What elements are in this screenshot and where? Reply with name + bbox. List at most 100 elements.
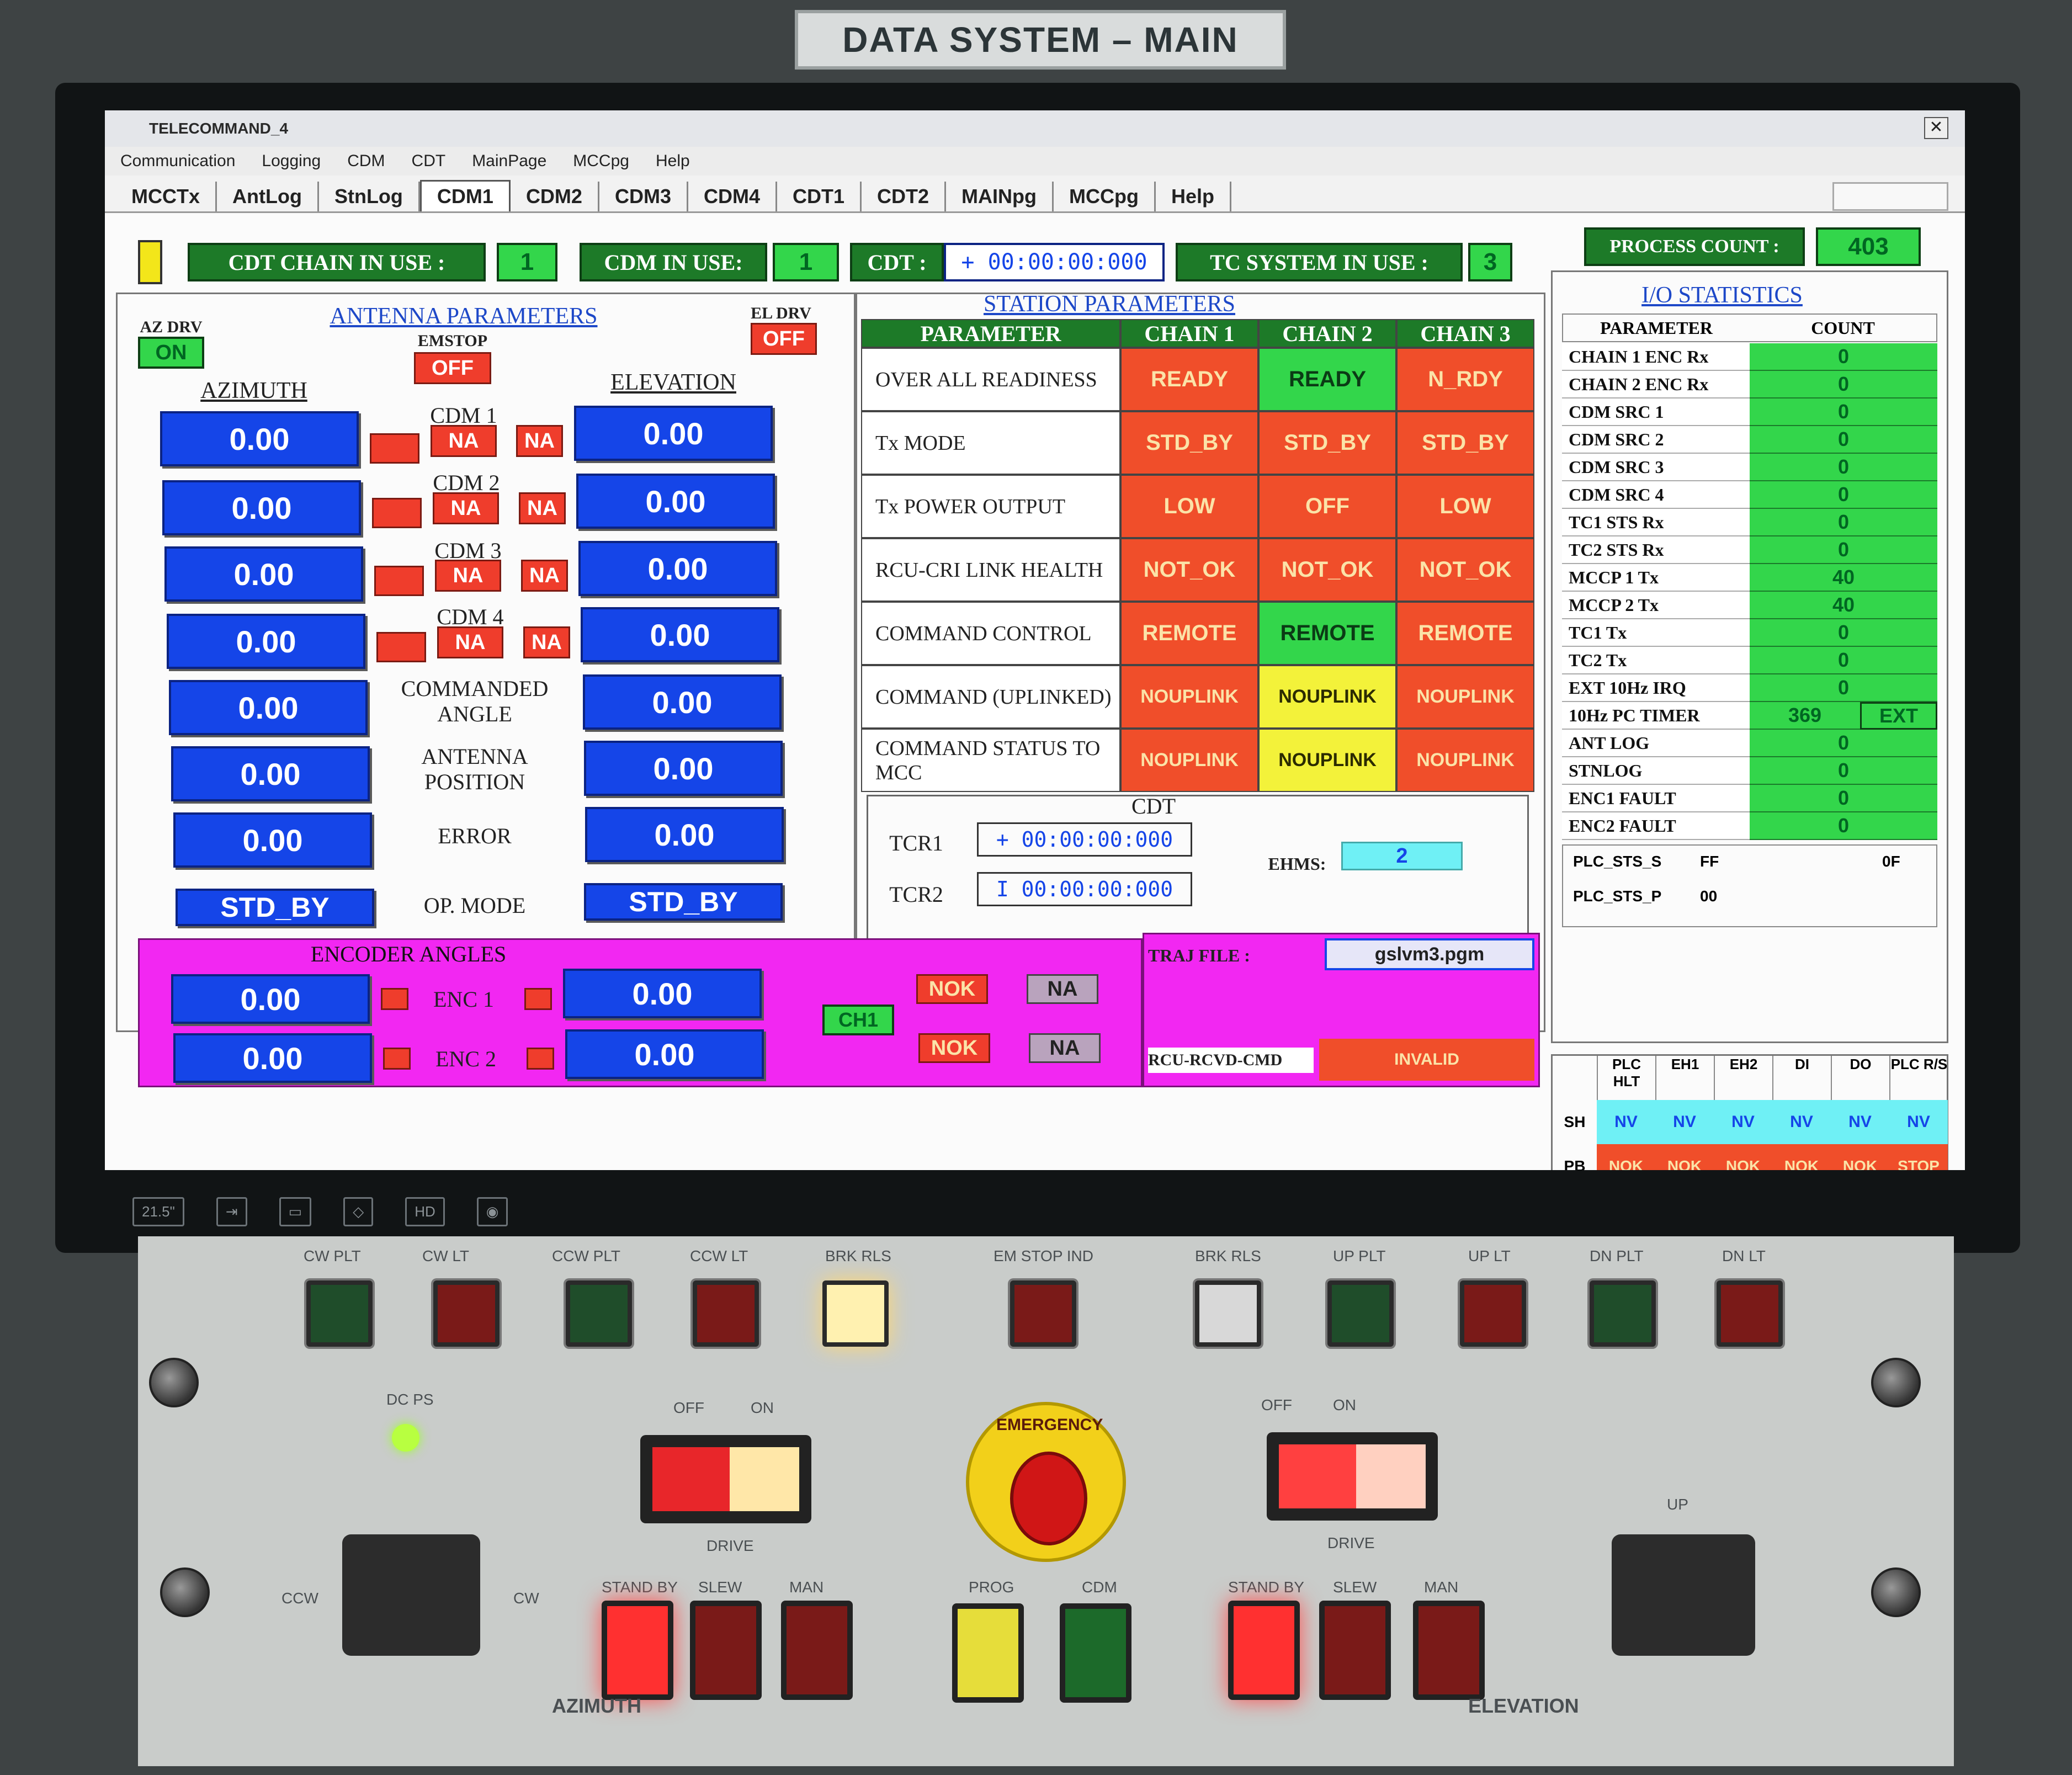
- menu-communication[interactable]: Communication: [120, 152, 235, 171]
- io-row-name: 10Hz PC TIMER: [1562, 702, 1750, 730]
- op-mode-elevation: STD_BY: [584, 883, 783, 921]
- up-label: UP: [1667, 1496, 1688, 1513]
- tcr1-label: TCR1: [889, 831, 943, 855]
- monitor-hd-badge: HD: [405, 1197, 445, 1226]
- menu-logging[interactable]: Logging: [262, 152, 321, 171]
- tab-cdm2[interactable]: CDM2: [511, 182, 599, 211]
- em-stop-ind-lamp: [1010, 1280, 1076, 1347]
- prog-button[interactable]: [952, 1603, 1024, 1703]
- menu-mainpage[interactable]: MainPage: [472, 152, 546, 171]
- plc-pb-cell: STOP: [1889, 1144, 1948, 1170]
- cdm2-status-square: [372, 498, 422, 528]
- io-row-value: 0: [1750, 536, 1937, 564]
- plc-pb-cell: NOK: [1597, 1144, 1655, 1170]
- emergency-stop-button[interactable]: [1010, 1452, 1087, 1545]
- io-row-value: 0: [1750, 398, 1937, 426]
- az-standby-button[interactable]: [602, 1601, 673, 1700]
- station-param-label: COMMAND CONTROL: [861, 602, 1120, 665]
- tab-cdt1[interactable]: CDT1: [777, 182, 862, 211]
- io-row: TC1 Tx 0: [1562, 619, 1937, 647]
- io-row-name: ANT LOG: [1562, 730, 1750, 757]
- cdm4-status-square: [376, 632, 426, 662]
- encoder-angles-title: ENCODER ANGLES: [310, 942, 507, 966]
- lamp-label: DN LT: [1722, 1247, 1766, 1264]
- cdt-title: CDT: [1131, 794, 1176, 819]
- az-man-button[interactable]: [781, 1601, 853, 1700]
- monitor-eco-icon: ◇: [343, 1197, 374, 1226]
- up-lt-lamp: [1460, 1280, 1526, 1347]
- cdm-button[interactable]: [1060, 1603, 1131, 1703]
- station-param-label: RCU-CRI LINK HEALTH: [861, 538, 1120, 602]
- station-cell-chain3: LOW: [1396, 475, 1534, 538]
- tab-mccpg[interactable]: MCCpg: [1054, 182, 1156, 211]
- tab-help[interactable]: Help: [1156, 182, 1231, 211]
- station-header-chain1: CHAIN 1: [1120, 319, 1258, 348]
- panel-label-plate: DATA SYSTEM – MAIN: [795, 10, 1286, 70]
- tab-cdm4[interactable]: CDM4: [688, 182, 777, 211]
- azimuth-label: AZIMUTH: [552, 1694, 641, 1717]
- window-title-bar: TELECOMMAND_4: [105, 110, 1965, 147]
- az-drive-on-half: [730, 1447, 799, 1511]
- station-param-label: Tx MODE: [861, 411, 1120, 475]
- tab-antlog[interactable]: AntLog: [217, 182, 319, 211]
- io-row-value: 0: [1750, 757, 1937, 785]
- station-cell-chain1: NOT_OK: [1120, 538, 1258, 602]
- io-row-name: TC1 Tx: [1562, 619, 1750, 647]
- tab-cdt2[interactable]: CDT2: [862, 182, 947, 211]
- plc-table: PLC HLT EH1 EH2 DI DO PLC R/S SH NV NV N…: [1551, 1054, 1948, 1170]
- menu-mccpg[interactable]: MCCpg: [573, 152, 629, 171]
- lamp-label: UP LT: [1468, 1247, 1511, 1264]
- lamp-label: BRK RLS: [1195, 1247, 1261, 1264]
- menu-help[interactable]: Help: [656, 152, 690, 171]
- cw-label: CW: [513, 1590, 539, 1607]
- up-plt-lamp: [1327, 1280, 1394, 1347]
- cdm1-status-square: [370, 433, 419, 464]
- prog-label: PROG: [969, 1579, 1014, 1596]
- station-cell-chain1: STD_BY: [1120, 411, 1258, 475]
- antenna-position-azimuth: 0.00: [171, 746, 370, 801]
- io-row-value: 0: [1750, 343, 1937, 371]
- tab-extra-box: [1832, 182, 1948, 211]
- tab-cdm3[interactable]: CDM3: [599, 182, 688, 211]
- el-drive-switch[interactable]: [1267, 1432, 1438, 1521]
- enc2-right-square: [527, 1048, 554, 1070]
- plc-sh-cell: NV: [1655, 1100, 1714, 1144]
- el-standby-button[interactable]: [1228, 1601, 1300, 1700]
- tab-mainpg[interactable]: MAINpg: [946, 182, 1054, 211]
- io-row: CDM SRC 10: [1562, 398, 1937, 426]
- azimuth-joystick[interactable]: [342, 1534, 480, 1656]
- station-header-chain3: CHAIN 3: [1396, 319, 1534, 348]
- el-slew-button[interactable]: [1319, 1601, 1391, 1700]
- menu-cdt[interactable]: CDT: [412, 152, 446, 171]
- plc-pb-cell: NOK: [1772, 1144, 1831, 1170]
- station-cell-chain3: STD_BY: [1396, 411, 1534, 475]
- io-row-name: MCCP 1 Tx: [1562, 564, 1750, 592]
- tcr2-label: TCR2: [889, 882, 943, 907]
- el-drv-value: OFF: [751, 323, 817, 355]
- station-cell-chain3: NOT_OK: [1396, 538, 1534, 602]
- elevation-joystick[interactable]: [1612, 1534, 1755, 1656]
- menu-cdm[interactable]: CDM: [347, 152, 385, 171]
- io-header: PARAMETER COUNT: [1562, 313, 1937, 342]
- tab-mcctx[interactable]: MCCTx: [116, 182, 217, 211]
- brk-rls-lamp: [822, 1280, 889, 1347]
- tab-stnlog[interactable]: StnLog: [319, 182, 420, 211]
- az-drive-switch[interactable]: [640, 1435, 811, 1523]
- na2-badge: NA: [1029, 1033, 1101, 1063]
- ehms-label: EHMS:: [1268, 854, 1326, 874]
- station-cell-chain2: NOUPLINK: [1258, 729, 1396, 792]
- station-cell-chain2: STD_BY: [1258, 411, 1396, 475]
- cdt-time-value: + 00:00:00:000: [944, 243, 1165, 281]
- el-man-button[interactable]: [1413, 1601, 1485, 1700]
- io-row-value: 0: [1750, 812, 1937, 840]
- tc-system-label: TC SYSTEM IN USE :: [1176, 243, 1463, 281]
- cdm2-elevation-value: 0.00: [576, 474, 775, 529]
- enc1-left-square: [381, 988, 408, 1010]
- cdm4-azimuth-value: 0.00: [167, 614, 365, 669]
- rcu-rcvd-cmd-value: INVALID: [1319, 1039, 1534, 1081]
- tab-cdm1[interactable]: CDM1: [419, 180, 511, 211]
- close-button[interactable]: ✕: [1924, 117, 1948, 139]
- dc-ps-label: DC PS: [386, 1391, 434, 1408]
- emstop-label: EMSTOP: [417, 332, 488, 350]
- az-slew-button[interactable]: [690, 1601, 762, 1700]
